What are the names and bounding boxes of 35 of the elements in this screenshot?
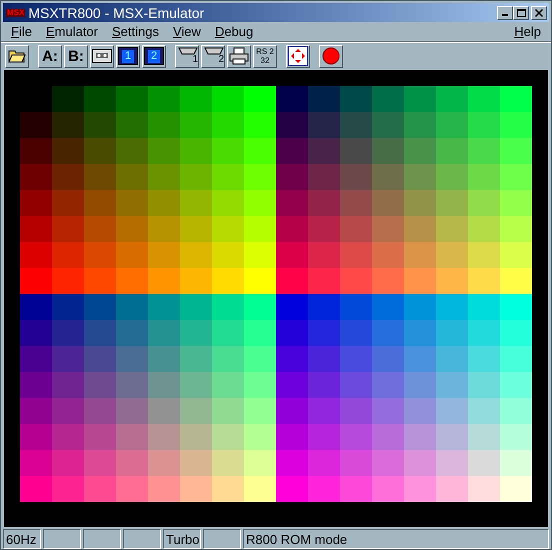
status-pane <box>123 529 161 549</box>
status-pane <box>83 529 121 549</box>
maximize-button[interactable] <box>513 6 529 20</box>
toolbar-button[interactable] <box>5 44 29 68</box>
printer-icon <box>229 47 249 65</box>
menu-item[interactable]: Debug <box>208 25 260 38</box>
toolbar-button[interactable] <box>90 44 114 68</box>
window-title: MSXTR800 - MSX-Emulator <box>28 6 204 20</box>
status-pane: 60Hz <box>3 529 41 549</box>
status-pane: R800 ROM mode <box>243 529 549 549</box>
status-pane: Turbo <box>163 529 201 549</box>
folder-icon <box>8 48 26 64</box>
close-icon <box>535 8 543 16</box>
app-logo: MSX <box>6 8 26 16</box>
menu-item[interactable]: Emulator <box>38 25 105 38</box>
menu-item[interactable]: View <box>166 25 208 38</box>
menu-item[interactable]: File <box>4 25 39 38</box>
toolbar-button[interactable] <box>286 44 310 68</box>
toolbar-button[interactable]: B: <box>64 44 88 68</box>
minimize-icon <box>502 14 508 16</box>
status-pane <box>43 529 81 549</box>
drive-label: B: <box>68 48 84 64</box>
toolbar-button[interactable]: A: <box>38 44 62 68</box>
status-pane <box>203 529 241 549</box>
minimize-button[interactable] <box>497 6 513 20</box>
fullscreen-icon <box>288 46 308 66</box>
toolbar-button[interactable] <box>227 44 251 68</box>
drive-label: A: <box>42 48 58 64</box>
maximize-icon <box>516 8 526 16</box>
menu-item[interactable]: Settings <box>105 25 166 38</box>
menu-item[interactable]: Help <box>507 25 548 38</box>
close-button[interactable] <box>531 6 547 20</box>
toolbar-button[interactable] <box>319 44 343 68</box>
cassette-icon <box>92 49 112 63</box>
record-icon <box>322 47 340 65</box>
